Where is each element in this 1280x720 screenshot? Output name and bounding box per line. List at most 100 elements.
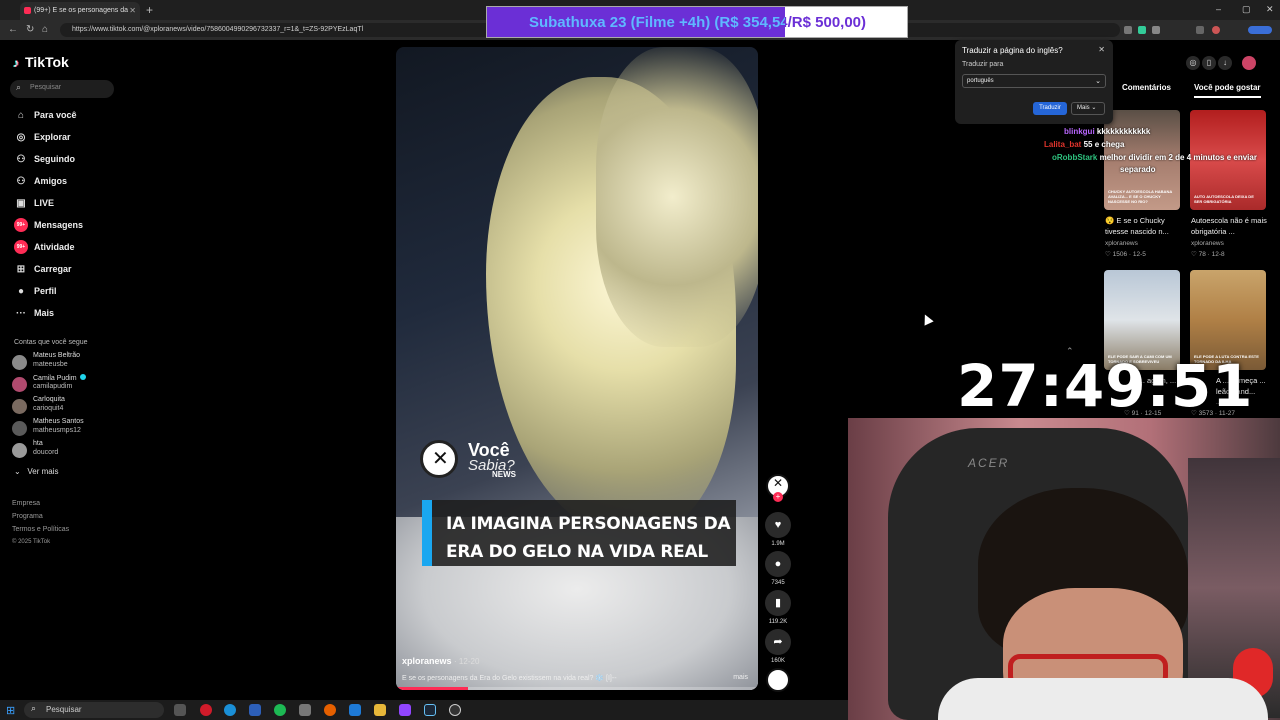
- tiktok-logo[interactable]: ♪ TikTok: [13, 54, 69, 70]
- store-icon[interactable]: [249, 704, 261, 716]
- friends-icon: ⚇: [16, 176, 26, 187]
- folder-icon[interactable]: [374, 704, 386, 716]
- tab-comments[interactable]: Comentários: [1122, 83, 1171, 92]
- sidebar-item-label: Amigos: [34, 176, 68, 186]
- firefox-icon[interactable]: [324, 704, 336, 716]
- see-more-button[interactable]: ⌄ Ver mais: [14, 467, 59, 476]
- sidebar-item-profile[interactable]: ● Perfil: [14, 286, 134, 304]
- back-icon[interactable]: ←: [8, 24, 18, 35]
- recommendation-author[interactable]: xploranews: [1191, 240, 1224, 247]
- more-options-button[interactable]: Mais ⌄: [1071, 102, 1105, 115]
- taskbar-search-input[interactable]: ⌕ Pesquisar: [24, 702, 164, 718]
- close-tab-icon[interactable]: ✕: [129, 6, 136, 15]
- video-progress-bar[interactable]: [396, 687, 758, 690]
- sidebar-item-label: Perfil: [34, 286, 57, 296]
- twitch-icon[interactable]: [399, 704, 411, 716]
- account-handle: carioquit4: [33, 405, 64, 412]
- video-more-link[interactable]: mais: [733, 674, 748, 681]
- comment-count: 7345: [771, 580, 785, 586]
- video-caption-line: IA IMAGINA PERSONAGENS DA: [446, 514, 731, 534]
- download-icon[interactable]: ↓: [1218, 56, 1232, 70]
- extension-icon[interactable]: [1152, 26, 1160, 34]
- copilot-chat-button[interactable]: [1248, 26, 1272, 34]
- followed-account[interactable]: Carloquita carioquit4: [12, 396, 132, 418]
- search-input[interactable]: ⌕ Pesquisar: [10, 80, 114, 98]
- recommendation-author[interactable]: xploranews: [1105, 240, 1138, 247]
- profile-icon: ●: [17, 286, 25, 297]
- opera-icon[interactable]: [200, 704, 212, 716]
- footer-link-terms[interactable]: Termos e Políticas: [12, 526, 69, 533]
- account-handle: camilapudim: [33, 383, 73, 390]
- sidebar-item-live[interactable]: ▣ LIVE: [14, 198, 134, 216]
- video-author[interactable]: xploranews · 12-20: [402, 656, 479, 666]
- avatar: [12, 421, 27, 436]
- tab-you-may-like[interactable]: Você pode gostar: [1194, 83, 1261, 98]
- steam-icon[interactable]: [424, 704, 436, 716]
- language-select[interactable]: português ⌄: [962, 74, 1106, 88]
- reload-icon[interactable]: ↻: [26, 24, 34, 35]
- sidebar-item-messages[interactable]: ✉99+Mensagens: [14, 218, 134, 238]
- recommendation-title[interactable]: Autoescola não é mais obrigatória ...: [1191, 215, 1271, 237]
- followed-account[interactable]: Camila Pudim camilapudim: [12, 374, 132, 396]
- user-avatar[interactable]: [1242, 56, 1256, 70]
- followed-account[interactable]: Matheus Santos matheusmps12: [12, 418, 132, 440]
- followed-account[interactable]: hta doucord: [12, 440, 132, 462]
- video-caption-box: IA IMAGINA PERSONAGENS DA ERA DO GELO NA…: [422, 500, 736, 566]
- browser-profile-avatar[interactable]: [1212, 26, 1220, 34]
- close-icon[interactable]: ✕: [1098, 45, 1105, 54]
- chat-message: separado: [1120, 165, 1156, 174]
- sidebar-item-more[interactable]: ··· Mais: [14, 308, 134, 326]
- extension-icon[interactable]: [1124, 26, 1132, 34]
- account-name: Carloquita: [33, 396, 65, 403]
- windows-start-icon[interactable]: ⊞: [6, 704, 15, 717]
- footer-link-program[interactable]: Programa: [12, 513, 43, 520]
- sidebar-item-label: Atividade: [34, 242, 75, 252]
- tiktok-note-icon: ♪: [13, 56, 19, 70]
- obs-icon[interactable]: [449, 704, 461, 716]
- maximize-button[interactable]: ▢: [1242, 4, 1251, 15]
- share-button[interactable]: ➦ 160K: [764, 629, 792, 664]
- live-icon: ▣: [16, 198, 26, 209]
- files-icon[interactable]: [299, 704, 311, 716]
- sidebar-item-compass[interactable]: ◎ Explorar: [14, 132, 134, 150]
- account-handle: doucord: [33, 449, 59, 456]
- footer-link-company[interactable]: Empresa: [12, 500, 40, 507]
- extension-icon[interactable]: [1138, 26, 1146, 34]
- recommendation-title[interactable]: 😯 E se o Chucky tivesse nascido n...: [1105, 215, 1185, 237]
- like-button[interactable]: ♥ 1.9M: [764, 512, 792, 547]
- new-tab-button[interactable]: +: [146, 3, 153, 17]
- comment-button[interactable]: ● 7345: [764, 551, 792, 586]
- home-icon: ⌂: [17, 110, 25, 121]
- sidebar-item-label: Explorar: [34, 132, 71, 142]
- footer-copyright: © 2025 TikTok: [12, 539, 51, 545]
- sidebar-item-following[interactable]: ⚇ Seguindo: [14, 154, 134, 172]
- coins-icon[interactable]: ◎: [1186, 56, 1200, 70]
- sidebar-item-friends[interactable]: ⚇ Amigos: [14, 176, 134, 194]
- task-view-icon[interactable]: [174, 704, 186, 716]
- edge-icon[interactable]: [224, 704, 236, 716]
- chevron-down-icon: ⌄: [14, 467, 21, 476]
- followed-account[interactable]: Mateus Beltrão mateeusbe: [12, 352, 132, 374]
- sidebar-item-activity[interactable]: ♪99+Atividade: [14, 240, 134, 260]
- donation-goal-bar: Subathuxa 23 (Filme +4h) (R$ 354,54/R$ 5…: [486, 6, 908, 38]
- video-player[interactable]: Você Sabia? NEWS IA IMAGINA PERSONAGENS …: [396, 47, 758, 690]
- video-brand-logo: Você Sabia? NEWS: [420, 440, 540, 480]
- account-handle: mateeusbe: [33, 361, 68, 368]
- phone-icon[interactable]: ▯: [1202, 56, 1216, 70]
- sidebar-item-home[interactable]: ⌂ Para você: [14, 110, 134, 128]
- minimize-button[interactable]: –: [1216, 4, 1221, 14]
- avatar: [12, 399, 27, 414]
- home-browser-icon[interactable]: ⌂: [42, 24, 48, 35]
- mail-icon[interactable]: [349, 704, 361, 716]
- next-video-avatar[interactable]: [766, 668, 790, 692]
- extension-icon[interactable]: [1196, 26, 1204, 34]
- follow-plus-button[interactable]: +: [773, 492, 783, 502]
- avatar: [12, 355, 27, 370]
- spotify-icon[interactable]: [274, 704, 286, 716]
- save-button[interactable]: ▮ 119.2K: [764, 590, 792, 625]
- compass-icon: ◎: [16, 132, 26, 143]
- translate-button[interactable]: Traduzir: [1033, 102, 1067, 115]
- close-window-button[interactable]: ✕: [1266, 4, 1274, 15]
- sidebar-item-upload[interactable]: ⊞ Carregar: [14, 264, 134, 282]
- browser-tab[interactable]: (99+) E se os personagens da ✕: [20, 2, 140, 20]
